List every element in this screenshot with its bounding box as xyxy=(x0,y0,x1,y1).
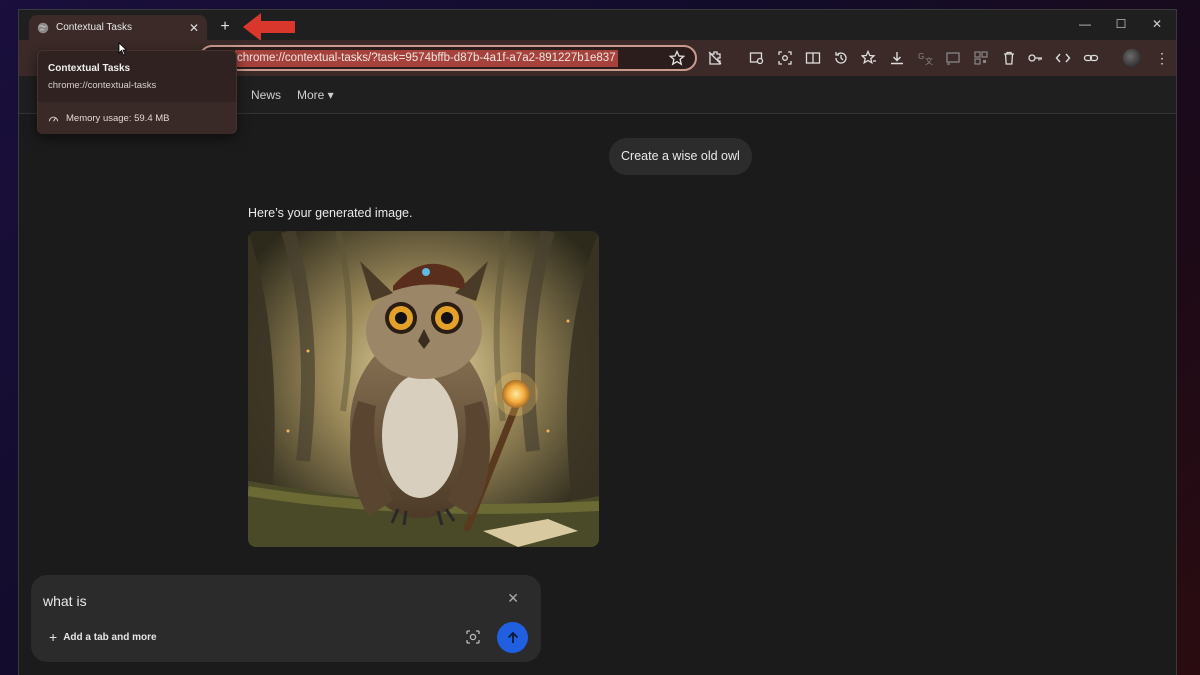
tab-contextual-tasks[interactable]: Contextual Tasks ✕ xyxy=(29,15,207,40)
screenshot-icon[interactable] xyxy=(777,50,793,66)
omnibox[interactable]: chrome://contextual-tasks/?task=9574bffb… xyxy=(199,45,697,71)
extensions-off-icon[interactable] xyxy=(707,50,723,66)
tab-title: Contextual Tasks xyxy=(56,22,132,33)
nav-news[interactable]: News xyxy=(251,88,281,102)
add-tab-button[interactable]: + Add a tab and more xyxy=(49,629,157,645)
prompt-box: ✕ + Add a tab and more xyxy=(31,575,541,662)
menu-kebab-icon[interactable]: ⋮ xyxy=(1155,48,1169,68)
user-message-bubble: Create a wise old owl xyxy=(609,138,752,175)
profile-avatar[interactable] xyxy=(1123,49,1141,67)
tab-hover-card: Contextual Tasks chrome://contextual-tas… xyxy=(37,50,237,134)
add-tab-label: Add a tab and more xyxy=(63,631,157,643)
memory-usage-row: Memory usage: 59.4 MB xyxy=(38,102,236,134)
browser-window: Contextual Tasks ✕ + — ☐ ✕ e chrome://co… xyxy=(18,9,1177,675)
reading-mode-icon[interactable] xyxy=(805,50,821,66)
assistant-reply-text: Here’s your generated image. xyxy=(248,206,413,220)
new-tab-button[interactable]: + xyxy=(215,17,235,37)
generated-owl-image[interactable] xyxy=(248,231,599,547)
bookmarks-icon[interactable] xyxy=(861,50,877,66)
close-window-button[interactable]: ✕ xyxy=(1139,14,1175,34)
history-icon[interactable] xyxy=(833,50,849,66)
tab-search-icon[interactable] xyxy=(749,50,765,66)
omnibox-url[interactable]: chrome://contextual-tasks/?task=9574bffb… xyxy=(235,50,618,67)
password-key-icon[interactable] xyxy=(1027,50,1043,66)
downloads-icon[interactable] xyxy=(889,50,905,66)
maximize-button[interactable]: ☐ xyxy=(1103,14,1139,34)
hover-card-url: chrome://contextual-tasks xyxy=(48,80,157,91)
svg-text:文: 文 xyxy=(925,56,933,66)
globe-icon xyxy=(37,22,49,33)
developer-code-icon[interactable] xyxy=(1055,50,1071,66)
delete-icon[interactable] xyxy=(1001,50,1017,66)
tab-strip: Contextual Tasks ✕ + — ☐ ✕ xyxy=(19,10,1176,41)
translate-icon[interactable]: G文 xyxy=(917,50,933,66)
svg-text:G: G xyxy=(918,52,924,61)
minimize-button[interactable]: — xyxy=(1067,14,1103,34)
tab-close-icon[interactable]: ✕ xyxy=(189,22,199,34)
qr-code-icon[interactable] xyxy=(973,50,989,66)
plus-icon: + xyxy=(49,629,58,645)
chat-content: Create a wise old owl Here’s your genera… xyxy=(19,114,1176,675)
send-button[interactable] xyxy=(497,622,528,653)
arrow-up-icon xyxy=(507,631,518,643)
copy-link-icon[interactable] xyxy=(1083,50,1099,66)
bookmark-star-icon[interactable] xyxy=(669,50,685,66)
memory-usage-text: Memory usage: 59.4 MB xyxy=(66,112,170,124)
prompt-input[interactable] xyxy=(43,592,463,610)
memory-gauge-icon xyxy=(48,116,59,122)
cast-icon[interactable] xyxy=(945,50,961,66)
google-lens-icon[interactable] xyxy=(465,629,481,645)
clear-input-icon[interactable]: ✕ xyxy=(507,590,519,607)
mouse-cursor-icon xyxy=(118,42,128,56)
hover-card-title: Contextual Tasks xyxy=(48,63,131,74)
nav-more[interactable]: More ▾ xyxy=(297,88,334,102)
red-arrow-annotation xyxy=(243,13,295,41)
